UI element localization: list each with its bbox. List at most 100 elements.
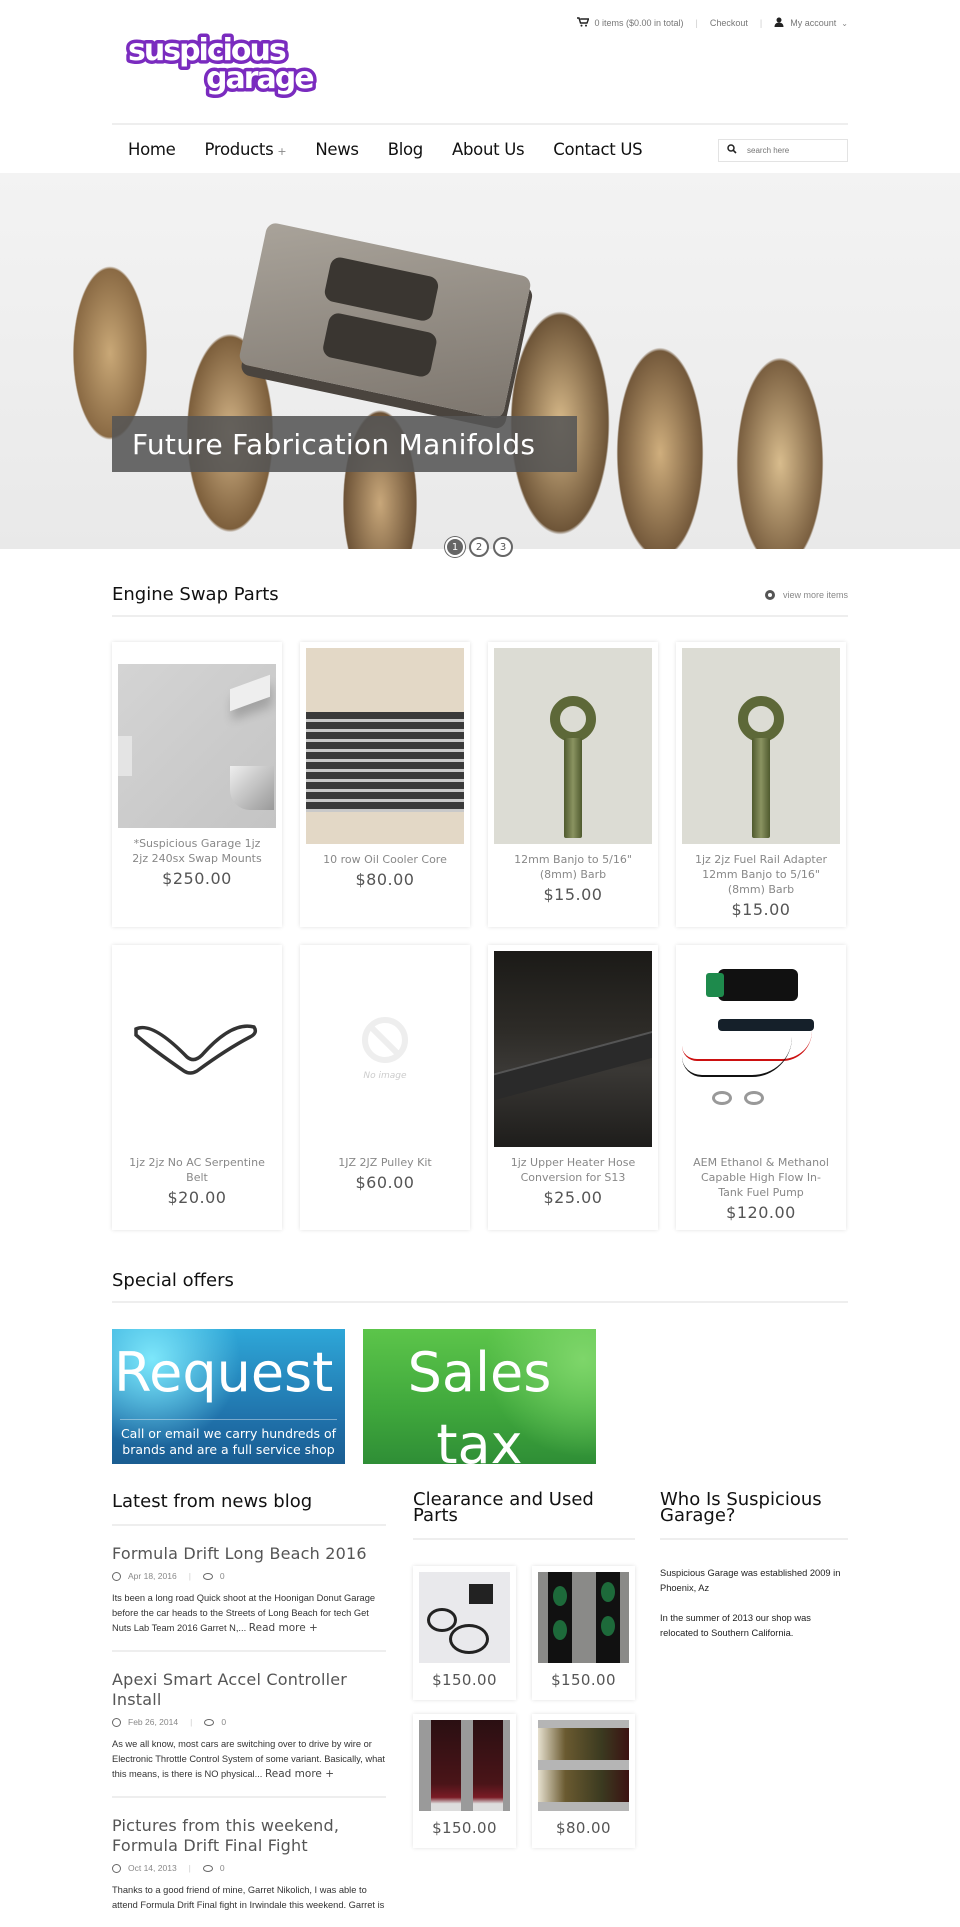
section-title: Engine Swap Parts	[112, 584, 279, 605]
clearance-price: $150.00	[432, 1671, 497, 1689]
clearance-grid: $150.00 $150.00 $150.00 $80.00	[413, 1566, 635, 1848]
blog-post-title[interactable]: Apexi Smart Accel Controller Install	[112, 1670, 386, 1710]
clearance-item[interactable]: $150.00	[413, 1714, 516, 1848]
separator: |	[190, 1717, 193, 1727]
clock-icon	[112, 1863, 121, 1873]
nav-item-blog[interactable]: Blog	[387, 139, 424, 159]
about-column: Who Is Suspicious Garage? Suspicious Gar…	[660, 1491, 848, 1927]
view-more-link[interactable]: view more items	[764, 589, 848, 600]
product-price: $15.00	[731, 900, 791, 919]
submenu-plus-icon[interactable]: +	[277, 145, 286, 158]
clearance-price: $150.00	[432, 1819, 497, 1837]
slide-dot[interactable]: 2	[469, 537, 489, 557]
excerpt-text: As we all know, most cars are switching …	[112, 1739, 385, 1779]
blog-post-excerpt: Its been a long road Quick shoot at the …	[112, 1591, 386, 1636]
slide-dot[interactable]: 1	[445, 537, 465, 557]
blog-post-excerpt: As we all know, most cars are switching …	[112, 1737, 386, 1782]
offer-headline-line2: tax	[436, 1413, 523, 1464]
product-image-swap-mounts[interactable]	[118, 664, 276, 828]
product-card[interactable]: 1jz 2jz Fuel Rail Adapter 12mm Banjo to …	[676, 642, 846, 927]
clearance-image-controller-kit[interactable]	[419, 1572, 510, 1663]
offer-banner-request[interactable]: Request Call or email we carry hundreds …	[112, 1329, 345, 1464]
site-logo[interactable]: suspicious garage	[124, 24, 344, 104]
blog-post-title[interactable]: Pictures from this weekend, Formula Drif…	[112, 1816, 386, 1856]
product-card[interactable]: AEM Ethanol & Methanol Capable High Flow…	[676, 945, 846, 1230]
product-price: $120.00	[726, 1203, 796, 1222]
offer-banner-sales-tax[interactable]: Sales tax	[363, 1329, 596, 1464]
search-input[interactable]	[747, 146, 837, 155]
offer-headline: Request	[114, 1341, 334, 1404]
main-nav: Home Products + News Blog About Us Contac…	[112, 125, 848, 173]
nav-label: News	[315, 139, 359, 159]
nav-item-contact-us[interactable]: Contact US	[553, 140, 642, 159]
product-title[interactable]: 12mm Banjo to 5/16" (8mm) Barb	[494, 852, 652, 882]
product-title[interactable]: AEM Ethanol & Methanol Capable High Flow…	[682, 1155, 840, 1200]
product-card[interactable]: 12mm Banjo to 5/16" (8mm) Barb $15.00	[488, 642, 658, 927]
cart-icon[interactable]	[576, 17, 590, 29]
hero-image-flange	[237, 221, 533, 420]
blog-post-title[interactable]: Formula Drift Long Beach 2016	[112, 1544, 386, 1564]
product-title[interactable]: 10 row Oil Cooler Core	[306, 852, 464, 867]
product-price: $250.00	[162, 869, 232, 888]
section-header: Special offers	[112, 1270, 848, 1303]
product-card[interactable]: 1jz 2jz No AC Serpentine Belt $20.00	[112, 945, 282, 1230]
separator: |	[695, 18, 698, 28]
product-price: $80.00	[355, 870, 415, 889]
product-image-oil-cooler[interactable]	[306, 648, 464, 844]
bottom-columns: Latest from news blog Formula Drift Long…	[112, 1491, 848, 1927]
product-image-heater-hose[interactable]	[494, 951, 652, 1147]
comment-count[interactable]: 0	[220, 1571, 225, 1581]
clearance-image-green-lamps[interactable]	[538, 1572, 629, 1663]
separator: |	[188, 1863, 191, 1873]
search-icon[interactable]	[727, 144, 737, 157]
nav-item-about-us[interactable]: About Us	[451, 139, 525, 159]
comment-count[interactable]: 0	[221, 1717, 226, 1727]
clearance-image-tail-lights[interactable]	[538, 1720, 629, 1811]
product-image-serpentine-belt[interactable]	[118, 951, 276, 1147]
product-image-banjo-fitting[interactable]	[494, 648, 652, 844]
clearance-item[interactable]: $80.00	[532, 1714, 635, 1848]
no-image-label: No image	[363, 1071, 407, 1081]
nav-item-products[interactable]: Products +	[205, 140, 287, 159]
nav-label: About Us	[451, 139, 525, 159]
nav-item-home[interactable]: Home	[128, 140, 176, 159]
product-image-banjo-fitting[interactable]	[682, 648, 840, 844]
checkout-link[interactable]: Checkout	[710, 18, 748, 28]
chevron-down-icon[interactable]: ⌄	[841, 19, 848, 28]
engine-swap-section: Engine Swap Parts view more items *Suspi…	[112, 584, 848, 1927]
product-grid: *Suspicious Garage 1jz 2jz 240sx Swap Mo…	[112, 642, 848, 927]
clock-icon	[112, 1717, 121, 1727]
product-title[interactable]: 1jz Upper Heater Hose Conversion for S13	[494, 1155, 652, 1185]
offer-subtext: Call or email we carry hundreds of brand…	[120, 1426, 337, 1457]
hero-slider[interactable]: Future Fabrication Manifolds	[0, 173, 960, 549]
clearance-image-tail-lights[interactable]	[419, 1720, 510, 1811]
product-card[interactable]: 1jz Upper Heater Hose Conversion for S13…	[488, 945, 658, 1230]
product-card[interactable]: 10 row Oil Cooler Core $80.00	[300, 642, 470, 927]
nav-label: Blog	[387, 139, 424, 159]
flange-port	[321, 311, 439, 379]
product-card[interactable]: *Suspicious Garage 1jz 2jz 240sx Swap Mo…	[112, 642, 282, 927]
comment-count[interactable]: 0	[220, 1863, 225, 1873]
user-icon	[774, 17, 784, 29]
hero-caption[interactable]: Future Fabrication Manifolds	[112, 416, 577, 472]
product-card[interactable]: No image 1JZ 2JZ Pulley Kit $60.00	[300, 945, 470, 1230]
product-image-placeholder[interactable]: No image	[306, 951, 464, 1147]
clearance-item[interactable]: $150.00	[532, 1566, 635, 1700]
product-image-fuel-pump[interactable]	[682, 951, 840, 1147]
column-title: Who Is Suspicious Garage?	[660, 1491, 848, 1540]
blog-post-date: Oct 14, 2013	[128, 1863, 177, 1873]
read-more-link[interactable]: Read more +	[265, 1768, 334, 1780]
product-title[interactable]: 1jz 2jz No AC Serpentine Belt	[118, 1155, 276, 1185]
product-title[interactable]: 1JZ 2JZ Pulley Kit	[306, 1155, 464, 1170]
product-title[interactable]: *Suspicious Garage 1jz 2jz 240sx Swap Mo…	[118, 836, 276, 866]
nav-item-news[interactable]: News	[315, 139, 359, 159]
product-grid: 1jz 2jz No AC Serpentine Belt $20.00 No …	[112, 945, 848, 1230]
cart-summary-link[interactable]: 0 items ($0.00 in total)	[595, 18, 684, 28]
clearance-item[interactable]: $150.00	[413, 1566, 516, 1700]
blog-post-date: Feb 26, 2014	[128, 1717, 179, 1727]
read-more-link[interactable]: Read more +	[249, 1622, 318, 1634]
product-title[interactable]: 1jz 2jz Fuel Rail Adapter 12mm Banjo to …	[682, 852, 840, 897]
slide-dot[interactable]: 3	[493, 537, 513, 557]
blog-post-meta: Feb 26, 2014 | 0	[112, 1717, 386, 1727]
my-account-link[interactable]: My account	[790, 18, 836, 28]
